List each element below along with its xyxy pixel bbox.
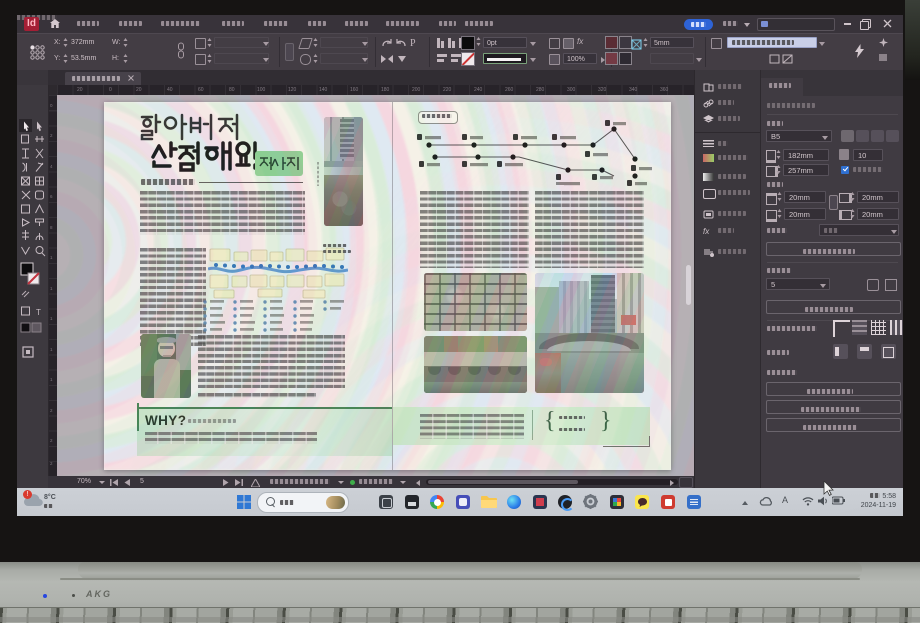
svg-text:T: T: [36, 308, 41, 317]
